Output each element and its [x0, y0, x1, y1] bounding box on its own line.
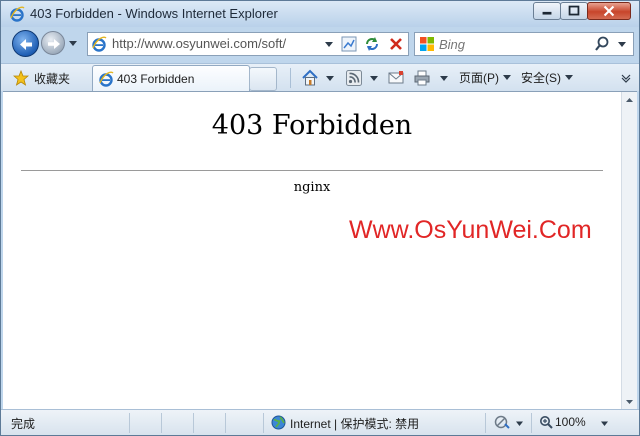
- zoom-level[interactable]: 100%: [555, 415, 586, 429]
- server-signature: nginx: [293, 180, 331, 195]
- popup-blocker-icon[interactable]: [493, 414, 511, 431]
- forward-button[interactable]: [41, 31, 65, 55]
- browser-window: 403 Forbidden - Windows Internet Explore…: [0, 0, 640, 436]
- page-menu[interactable]: 页面(P): [459, 69, 512, 86]
- bing-logo-icon: [420, 37, 434, 51]
- scroll-down-arrow-icon[interactable]: [622, 394, 637, 410]
- internet-zone-globe-icon: [271, 415, 286, 430]
- vertical-scrollbar[interactable]: [621, 92, 637, 410]
- window-title: 403 Forbidden - Windows Internet Explore…: [30, 6, 278, 21]
- page-ie-icon: [92, 36, 107, 52]
- print-dropdown-icon[interactable]: [439, 73, 449, 83]
- status-divider: [129, 413, 130, 433]
- search-input[interactable]: Bing: [439, 37, 465, 52]
- security-zone-text: Internet | 保护模式: 禁用: [290, 417, 420, 431]
- safety-menu-dropdown-icon: [565, 75, 574, 80]
- page-menu-dropdown-icon: [503, 75, 512, 80]
- mail-icon[interactable]: [387, 69, 405, 87]
- forward-arrow-icon: [48, 39, 60, 49]
- minimize-button[interactable]: [533, 2, 561, 20]
- search-provider-dropdown-icon[interactable]: [615, 37, 629, 51]
- page-content: 403 Forbidden nginx Www.OsYunWei.Com: [3, 91, 637, 410]
- favorites-star-icon: [13, 70, 29, 86]
- address-bar[interactable]: http://www.osyunwei.com/soft/: [87, 32, 409, 56]
- status-divider: [485, 413, 486, 433]
- tab-403-forbidden[interactable]: 403 Forbidden: [92, 65, 250, 92]
- scroll-up-arrow-icon[interactable]: [622, 92, 637, 108]
- new-tab-button[interactable]: [249, 67, 277, 91]
- popup-dropdown-icon[interactable]: [515, 419, 524, 428]
- address-dropdown-icon[interactable]: [322, 37, 336, 51]
- close-button[interactable]: [587, 2, 631, 20]
- status-text: 完成: [11, 417, 36, 431]
- navigation-bar: http://www.osyunwei.com/soft/ Bing: [1, 27, 639, 63]
- toolbar-overflow-icon[interactable]: [620, 72, 632, 84]
- watermark-text: Www.OsYunWei.Com: [349, 216, 592, 244]
- command-bar: 收藏夹 403 Forbidden 页面(P) 安全(S): [1, 63, 639, 92]
- favorites-button[interactable]: 收藏夹: [13, 67, 70, 89]
- search-icon[interactable]: [593, 35, 611, 53]
- back-arrow-icon: [20, 39, 32, 50]
- stop-icon[interactable]: [387, 35, 405, 53]
- title-bar[interactable]: 403 Forbidden - Windows Internet Explore…: [1, 1, 639, 27]
- refresh-icon[interactable]: [363, 35, 381, 53]
- tab-label: 403 Forbidden: [117, 72, 195, 86]
- status-divider: [225, 413, 226, 433]
- toolbar-divider: [290, 68, 291, 88]
- maximize-icon: [568, 5, 580, 16]
- ie-logo-icon: [10, 6, 25, 22]
- safety-menu-label: 安全(S): [521, 71, 561, 85]
- maximize-button[interactable]: [560, 2, 588, 20]
- status-divider: [263, 413, 264, 433]
- rss-feed-icon[interactable]: [345, 69, 363, 87]
- zoom-magnifier-icon[interactable]: [539, 415, 553, 429]
- address-input[interactable]: http://www.osyunwei.com/soft/: [112, 36, 286, 51]
- print-icon[interactable]: [413, 69, 431, 87]
- close-icon: [603, 5, 615, 17]
- status-bar: 完成 Internet | 保护模式: 禁用 100%: [1, 409, 639, 435]
- rss-dropdown-icon[interactable]: [369, 73, 379, 83]
- minimize-icon: [542, 11, 552, 15]
- status-divider: [161, 413, 162, 433]
- compatibility-view-icon[interactable]: [340, 35, 358, 53]
- status-divider: [531, 413, 532, 433]
- zoom-dropdown-icon[interactable]: [600, 419, 609, 428]
- recent-pages-dropdown-icon[interactable]: [67, 37, 79, 49]
- search-box[interactable]: Bing: [414, 32, 634, 56]
- page-heading: 403 Forbidden: [211, 110, 413, 141]
- page-menu-label: 页面(P): [459, 71, 499, 85]
- back-button[interactable]: [12, 30, 39, 57]
- home-dropdown-icon[interactable]: [325, 73, 335, 83]
- home-icon[interactable]: [301, 69, 319, 87]
- safety-menu[interactable]: 安全(S): [521, 69, 574, 86]
- status-divider: [193, 413, 194, 433]
- favorites-label: 收藏夹: [34, 71, 71, 86]
- tab-ie-icon: [99, 71, 114, 87]
- horizontal-rule: [21, 170, 603, 171]
